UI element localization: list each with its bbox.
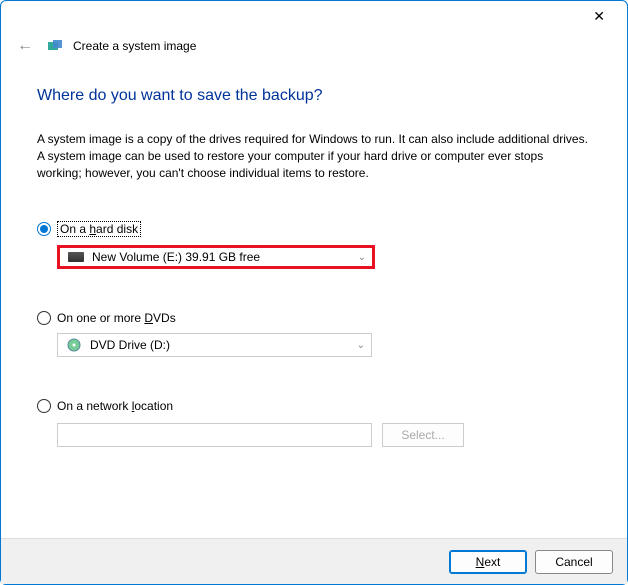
dvd-combo[interactable]: DVD Drive (D:) ⌄	[57, 333, 372, 357]
close-icon[interactable]: ✕	[585, 4, 613, 29]
hard-disk-value: New Volume (E:) 39.91 GB free	[92, 250, 260, 264]
select-button: Select...	[382, 423, 464, 447]
chevron-down-icon: ⌄	[357, 340, 365, 351]
window-title: Create a system image	[73, 39, 196, 53]
system-image-icon	[47, 38, 63, 54]
label-network[interactable]: On a network location	[57, 399, 173, 413]
radio-hard-disk[interactable]	[37, 222, 51, 236]
radio-network[interactable]	[37, 399, 51, 413]
label-dvd[interactable]: On one or more DVDs	[57, 311, 176, 325]
page-heading: Where do you want to save the backup?	[37, 87, 591, 105]
dvd-value: DVD Drive (D:)	[90, 338, 170, 352]
network-location-input[interactable]	[57, 423, 372, 447]
dvd-drive-icon	[66, 337, 82, 353]
next-button[interactable]: Next	[449, 550, 527, 574]
hard-disk-combo[interactable]: New Volume (E:) 39.91 GB free ⌄	[57, 245, 375, 269]
label-hard-disk[interactable]: On a hard disk	[57, 221, 141, 237]
back-icon[interactable]: ←	[13, 35, 37, 57]
description-text: A system image is a copy of the drives r…	[37, 131, 591, 181]
hdd-icon	[68, 252, 84, 262]
radio-dvd[interactable]	[37, 311, 51, 325]
chevron-down-icon: ⌄	[358, 252, 366, 263]
cancel-button[interactable]: Cancel	[535, 550, 613, 574]
